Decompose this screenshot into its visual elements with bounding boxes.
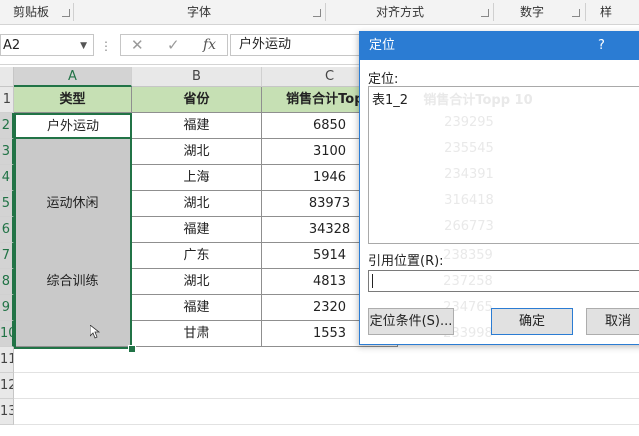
row-header[interactable]: 1 xyxy=(0,87,14,113)
special-button[interactable]: 定位条件(S)... xyxy=(368,308,454,335)
cancel-icon[interactable]: ✕ xyxy=(131,35,144,55)
list-item[interactable]: 表1_2 xyxy=(372,89,408,108)
dialog-title: 定位 xyxy=(369,38,396,53)
text-caret xyxy=(372,274,373,288)
ribbon-group-alignment[interactable]: 对齐方式 xyxy=(326,0,474,24)
ghost-text: 266773 xyxy=(444,219,494,234)
cancel-button[interactable]: 取消 xyxy=(586,308,639,335)
clipboard-launcher-icon[interactable] xyxy=(62,9,70,17)
table-cell[interactable] xyxy=(14,295,132,321)
row-header[interactable]: 2 xyxy=(0,113,14,139)
table-cell[interactable]: 上海 xyxy=(132,165,262,191)
ghost-text: 239295 xyxy=(444,115,494,130)
row-header[interactable]: 12 xyxy=(0,373,14,399)
table-cell[interactable]: 福建 xyxy=(132,113,262,139)
formula-buttons: ✕ ✓ fx xyxy=(120,34,228,56)
enter-icon[interactable]: ✓ xyxy=(167,35,180,55)
font-launcher-icon[interactable] xyxy=(313,9,321,17)
table-cell[interactable]: 湖北 xyxy=(132,191,262,217)
goto-label: 定位: xyxy=(368,72,399,87)
table-cell[interactable]: 福建 xyxy=(132,217,262,243)
merged-label-training: 综合训练 xyxy=(46,274,99,289)
row-header[interactable]: 13 xyxy=(0,399,14,425)
name-box-value: A2 xyxy=(3,38,21,53)
ribbon-group-styles[interactable]: 样 xyxy=(586,0,626,24)
row-header[interactable]: 6 xyxy=(0,217,14,243)
ribbon-group-number[interactable]: 数字 xyxy=(494,0,570,24)
cell-a2[interactable]: 户外运动 xyxy=(14,113,132,139)
header-cell-type[interactable]: 类型 xyxy=(14,87,132,113)
alignment-launcher-icon[interactable] xyxy=(481,9,489,17)
row-header[interactable]: 9 xyxy=(0,295,14,321)
table-cell[interactable] xyxy=(14,139,132,165)
number-launcher-icon[interactable] xyxy=(572,9,580,17)
row-header[interactable]: 8 xyxy=(0,269,14,295)
name-box[interactable]: A2 ▼ xyxy=(0,34,94,56)
header-cell-province[interactable]: 省份 xyxy=(132,87,262,113)
fill-handle[interactable] xyxy=(128,345,136,353)
ribbon-group-font[interactable]: 字体 xyxy=(74,0,324,24)
table-cell[interactable] xyxy=(14,165,132,191)
goto-dialog: 定位 ? 定位: 表1_2 销售合计Topp 10 239295 235545 … xyxy=(359,31,639,345)
ghost-text: 销售合计Topp 10 xyxy=(423,93,533,108)
row-header[interactable]: 11 xyxy=(0,347,14,373)
empty-grid[interactable] xyxy=(14,347,639,436)
ribbon-group-clipboard[interactable]: 剪贴板 xyxy=(0,0,62,24)
table-cell[interactable] xyxy=(14,243,132,269)
chevron-down-icon[interactable]: ▼ xyxy=(80,35,87,57)
column-header-b[interactable]: B xyxy=(132,67,262,87)
select-all-corner[interactable] xyxy=(0,67,14,87)
more-icon[interactable]: ⋮ xyxy=(100,39,112,53)
ghost-text: 237258 xyxy=(443,274,493,289)
row-header[interactable]: 7 xyxy=(0,243,14,269)
table-cell[interactable] xyxy=(14,321,132,347)
ok-button[interactable]: 确定 xyxy=(491,308,573,335)
row-header[interactable]: 10 xyxy=(0,321,14,347)
mouse-cursor-icon xyxy=(90,325,100,339)
table-cell[interactable]: 湖北 xyxy=(132,139,262,165)
row-header[interactable]: 5 xyxy=(0,191,14,217)
row-header[interactable]: 3 xyxy=(0,139,14,165)
goto-list[interactable]: 表1_2 销售合计Topp 10 239295 235545 234391 31… xyxy=(368,86,639,244)
row-header[interactable]: 4 xyxy=(0,165,14,191)
ghost-text: 234391 xyxy=(444,167,494,182)
ribbon: 剪贴板 字体 对齐方式 数字 样 xyxy=(0,0,639,25)
merged-label-leisure: 运动休闲 xyxy=(46,196,99,211)
insert-function-icon[interactable]: fx xyxy=(203,35,216,55)
dialog-title-bar[interactable]: 定位 ? xyxy=(360,32,639,60)
reference-label: 引用位置(R): xyxy=(368,254,444,269)
table-cell[interactable]: 甘肃 xyxy=(132,321,262,347)
help-icon[interactable]: ? xyxy=(598,32,605,60)
table-cell[interactable] xyxy=(14,217,132,243)
ghost-text: 316418 xyxy=(444,193,494,208)
table-cell[interactable]: 广东 xyxy=(132,243,262,269)
ghost-text: 235545 xyxy=(444,141,494,156)
column-header-a[interactable]: A xyxy=(14,67,132,87)
table-cell[interactable]: 福建 xyxy=(132,295,262,321)
table-cell[interactable]: 湖北 xyxy=(132,269,262,295)
